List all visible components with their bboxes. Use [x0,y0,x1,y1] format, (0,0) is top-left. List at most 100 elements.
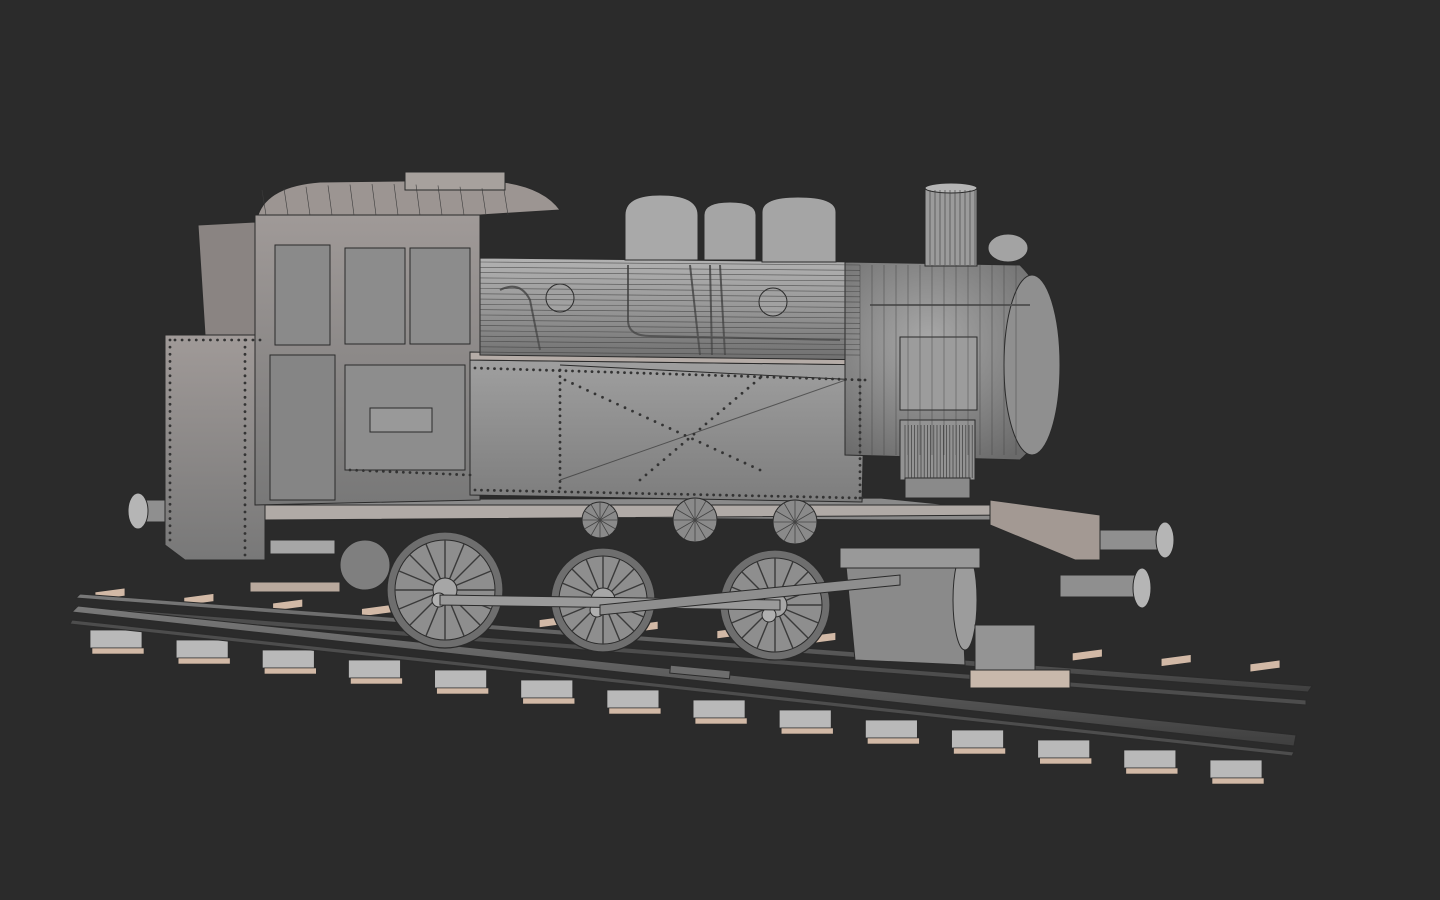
sleeper-front-side [350,677,403,685]
rivet [698,440,702,444]
rivet [558,466,562,470]
rivet [168,360,172,363]
chimney-top [924,182,978,194]
sleeper-front-end [951,729,1004,749]
sleeper-back-end [1160,654,1192,667]
rivet [168,467,172,470]
rivet [243,438,247,442]
rivet [401,470,405,474]
rivet [243,417,247,421]
sleeper-front-end [261,649,315,669]
sleeper-front-end [434,669,488,689]
rivet [558,440,562,444]
rivet [168,374,172,378]
sleeper-front-side [953,747,1006,755]
sleeper-front-end [692,699,746,719]
rivet [662,372,665,376]
sleeper-front-side [867,737,920,745]
rivet [194,338,198,342]
cab-door [269,354,336,501]
rivet [243,388,247,392]
rivet [858,457,862,461]
gear-detail [581,501,619,539]
slide-bar [839,547,981,569]
rivet [655,372,659,375]
rivet [223,338,226,342]
sleeper-front-end [348,659,401,679]
rivet [718,493,722,497]
rivet [691,437,694,441]
rivet [499,367,503,371]
rivet [168,424,172,428]
domes [624,194,837,263]
sleeper-front-side [436,687,489,695]
rivet [168,502,172,506]
rivet [752,381,756,385]
rear-buffer [127,492,171,530]
rivet [728,402,732,405]
rivet [243,381,247,385]
rivet [243,503,247,507]
rivet [168,395,172,399]
rivet [642,371,646,375]
rivet [831,377,834,381]
sleeper-back-end [361,604,392,618]
generator-dome [987,233,1029,263]
rivet [578,385,582,389]
rivet [243,481,247,485]
rivet [558,453,562,457]
rivet [683,433,687,437]
sleeper-front-side [780,727,834,735]
rivet [209,338,212,342]
rivet [704,422,708,426]
rivet [584,370,587,373]
rivet [168,438,172,442]
air-pump-base [904,477,971,499]
rivet [168,524,172,528]
rivet [716,412,720,416]
rivet [243,431,247,435]
rivet [421,471,425,475]
rivet [230,338,234,342]
rivet [656,463,660,467]
rivet [375,469,379,473]
rivet [650,468,654,472]
sleeper [1209,659,1281,785]
rivet [858,490,862,493]
rivet [237,338,241,342]
rivet [243,546,247,550]
3d-viewport[interactable] [0,0,1440,900]
sleeper-front-end [1037,739,1091,759]
rivet [634,491,638,495]
rivet [557,490,561,494]
rivet [576,490,580,494]
rivet [705,493,709,497]
rivet [770,494,774,498]
rivet [641,492,645,495]
rivet [744,494,748,497]
rivet [616,371,620,374]
rivet [168,531,172,535]
rivet [243,374,247,378]
roof-vent [404,171,506,191]
rivet [646,416,649,420]
rivet [623,371,626,374]
rivet [714,374,717,377]
rivet [675,372,678,376]
sleeper-front-end [778,709,832,729]
rivet [243,489,247,492]
rivet [519,368,522,371]
air-pump-top [899,336,978,411]
rivet [796,495,799,499]
rivet [388,470,392,474]
railway-track [69,587,1313,785]
rivet [661,423,664,427]
rivet [750,494,754,498]
rivet [558,460,562,464]
rivet [758,468,762,472]
rivet [243,460,247,464]
rivet [563,378,567,382]
rivet [621,491,625,495]
rivet [674,448,678,451]
rivet [408,471,412,474]
